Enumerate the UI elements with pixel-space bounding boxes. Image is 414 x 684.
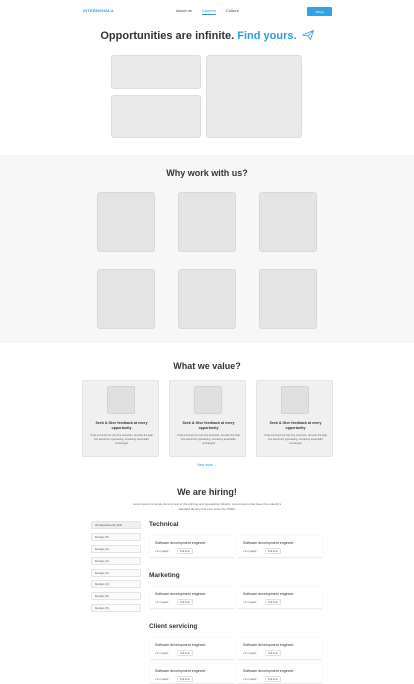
filter-department[interactable]: Design (8) [91, 592, 141, 600]
value-image-placeholder [107, 386, 135, 414]
job-experience: • 0-1 years [155, 677, 169, 681]
job-title: Software development engineer [155, 592, 206, 596]
filter-department[interactable]: Design (3) [91, 557, 141, 565]
job-card[interactable]: Software development engineer • 0-1 year… [238, 664, 322, 684]
job-experience: • 0-1 years [155, 549, 169, 553]
why-image-placeholder [259, 269, 317, 329]
job-type-badge: Full time [177, 676, 193, 682]
value-image-placeholder [194, 386, 222, 414]
main-nav: About us Careers Culture [176, 8, 239, 15]
job-title: Software development engineer [155, 643, 206, 647]
hiring-subtitle: Lorem Ipsum is simply dummy text of the … [132, 502, 282, 511]
hero-image-placeholder [111, 55, 201, 89]
hero-title: Opportunities are infinite. Find yours. [0, 30, 414, 42]
value-card-heading: Seek & Give feedback at every opportunit… [269, 421, 322, 430]
why-section: Why work with us? [0, 155, 414, 343]
site-header: INTERNSHALA About us Careers Culture Hir… [0, 0, 414, 24]
why-image-placeholder [178, 192, 236, 252]
paper-plane-icon [301, 30, 314, 40]
values-title: What we value? [173, 361, 241, 371]
job-card[interactable]: Software development engineer • 0-1 year… [238, 536, 322, 558]
hiring-title: We are hiring! [177, 487, 237, 497]
job-title: Software development engineer [243, 643, 294, 647]
hiring-button[interactable]: Hiring [307, 7, 332, 16]
view-more-link[interactable]: View more → [0, 463, 414, 467]
filter-department[interactable]: Design (5) [91, 604, 141, 612]
why-image-placeholder [178, 269, 236, 329]
job-experience: • 0-1 years [155, 600, 169, 604]
job-type-badge: Full time [265, 676, 281, 682]
value-card-text: It has survived not only five centuries,… [89, 434, 153, 445]
filter-all-departments[interactable]: All departments (54) [91, 521, 141, 529]
job-type-badge: Full time [265, 650, 281, 656]
filter-department[interactable]: Design (4) [91, 545, 141, 553]
nav-careers[interactable]: Careers [201, 8, 217, 15]
value-card-heading: Seek & Give feedback at every opportunit… [95, 421, 148, 430]
hero-image-placeholder [111, 95, 201, 138]
logo[interactable]: INTERNSHALA [83, 8, 114, 13]
filter-department[interactable]: Design (5) [91, 533, 141, 541]
value-card: Seek & Give feedback at every opportunit… [82, 380, 159, 457]
hero-image-placeholder [206, 55, 302, 138]
job-card[interactable]: Software development engineer • 0-1 year… [238, 587, 322, 609]
value-card: Seek & Give feedback at every opportunit… [169, 380, 246, 457]
value-card-text: It has survived not only five centuries,… [176, 434, 240, 445]
job-type-badge: Full time [177, 650, 193, 656]
why-image-placeholder [259, 192, 317, 252]
category-title-client-servicing: Client servicing [149, 623, 198, 630]
job-type-badge: Full time [265, 599, 281, 605]
value-card: Seek & Give feedback at every opportunit… [256, 380, 333, 457]
job-title: Software development engineer [243, 592, 294, 596]
job-experience: • 0-1 years [243, 677, 257, 681]
job-experience: • 0-1 years [243, 651, 257, 655]
job-title: Software development engineer [243, 541, 294, 545]
filter-department[interactable]: Design (3) [91, 569, 141, 577]
job-title: Software development engineer [155, 541, 206, 545]
job-card[interactable]: Software development engineer • 0-1 year… [150, 536, 234, 558]
job-card[interactable]: Software development engineer • 0-1 year… [150, 638, 234, 660]
job-title: Software development engineer [155, 669, 206, 673]
why-image-placeholder [97, 269, 155, 329]
job-type-badge: Full time [177, 548, 193, 554]
category-title-marketing: Marketing [149, 572, 180, 579]
job-card[interactable]: Software development engineer • 0-1 year… [238, 638, 322, 660]
hero-title-highlight: Find yours. [237, 30, 297, 42]
category-title-technical: Technical [149, 521, 179, 528]
hero-title-plain: Opportunities are infinite. [100, 30, 235, 42]
value-card-heading: Seek & Give feedback at every opportunit… [182, 421, 235, 430]
job-title: Software development engineer [243, 669, 294, 673]
job-experience: • 0-1 years [155, 651, 169, 655]
filter-department[interactable]: Design (4) [91, 580, 141, 588]
job-type-badge: Full time [265, 548, 281, 554]
why-image-placeholder [97, 192, 155, 252]
job-experience: • 0-1 years [243, 600, 257, 604]
value-image-placeholder [281, 386, 309, 414]
value-card-text: It has survived not only five centuries,… [263, 434, 327, 445]
nav-about-us[interactable]: About us [176, 8, 192, 15]
why-title: Why work with us? [166, 168, 248, 178]
job-card[interactable]: Software development engineer • 0-1 year… [150, 587, 234, 609]
job-experience: • 0-1 years [243, 549, 257, 553]
job-card[interactable]: Software development engineer • 0-1 year… [150, 664, 234, 684]
nav-culture[interactable]: Culture [226, 8, 239, 15]
job-type-badge: Full time [177, 599, 193, 605]
